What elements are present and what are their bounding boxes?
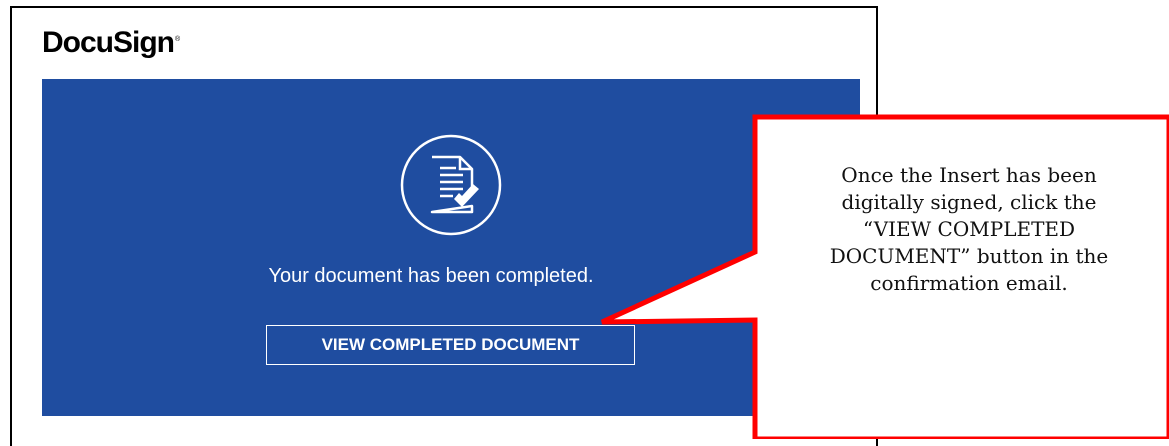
callout-line: confirmation email. (870, 271, 1068, 295)
callout-line: “VIEW COMPLETED (862, 217, 1076, 241)
callout-line: digitally signed, click the (841, 190, 1097, 214)
callout-text: Once the Insert has been digitally signe… (779, 162, 1159, 297)
callout-line: DOCUMENT” button in the (829, 244, 1109, 268)
callout-line: Once the Insert has been (841, 163, 1097, 187)
